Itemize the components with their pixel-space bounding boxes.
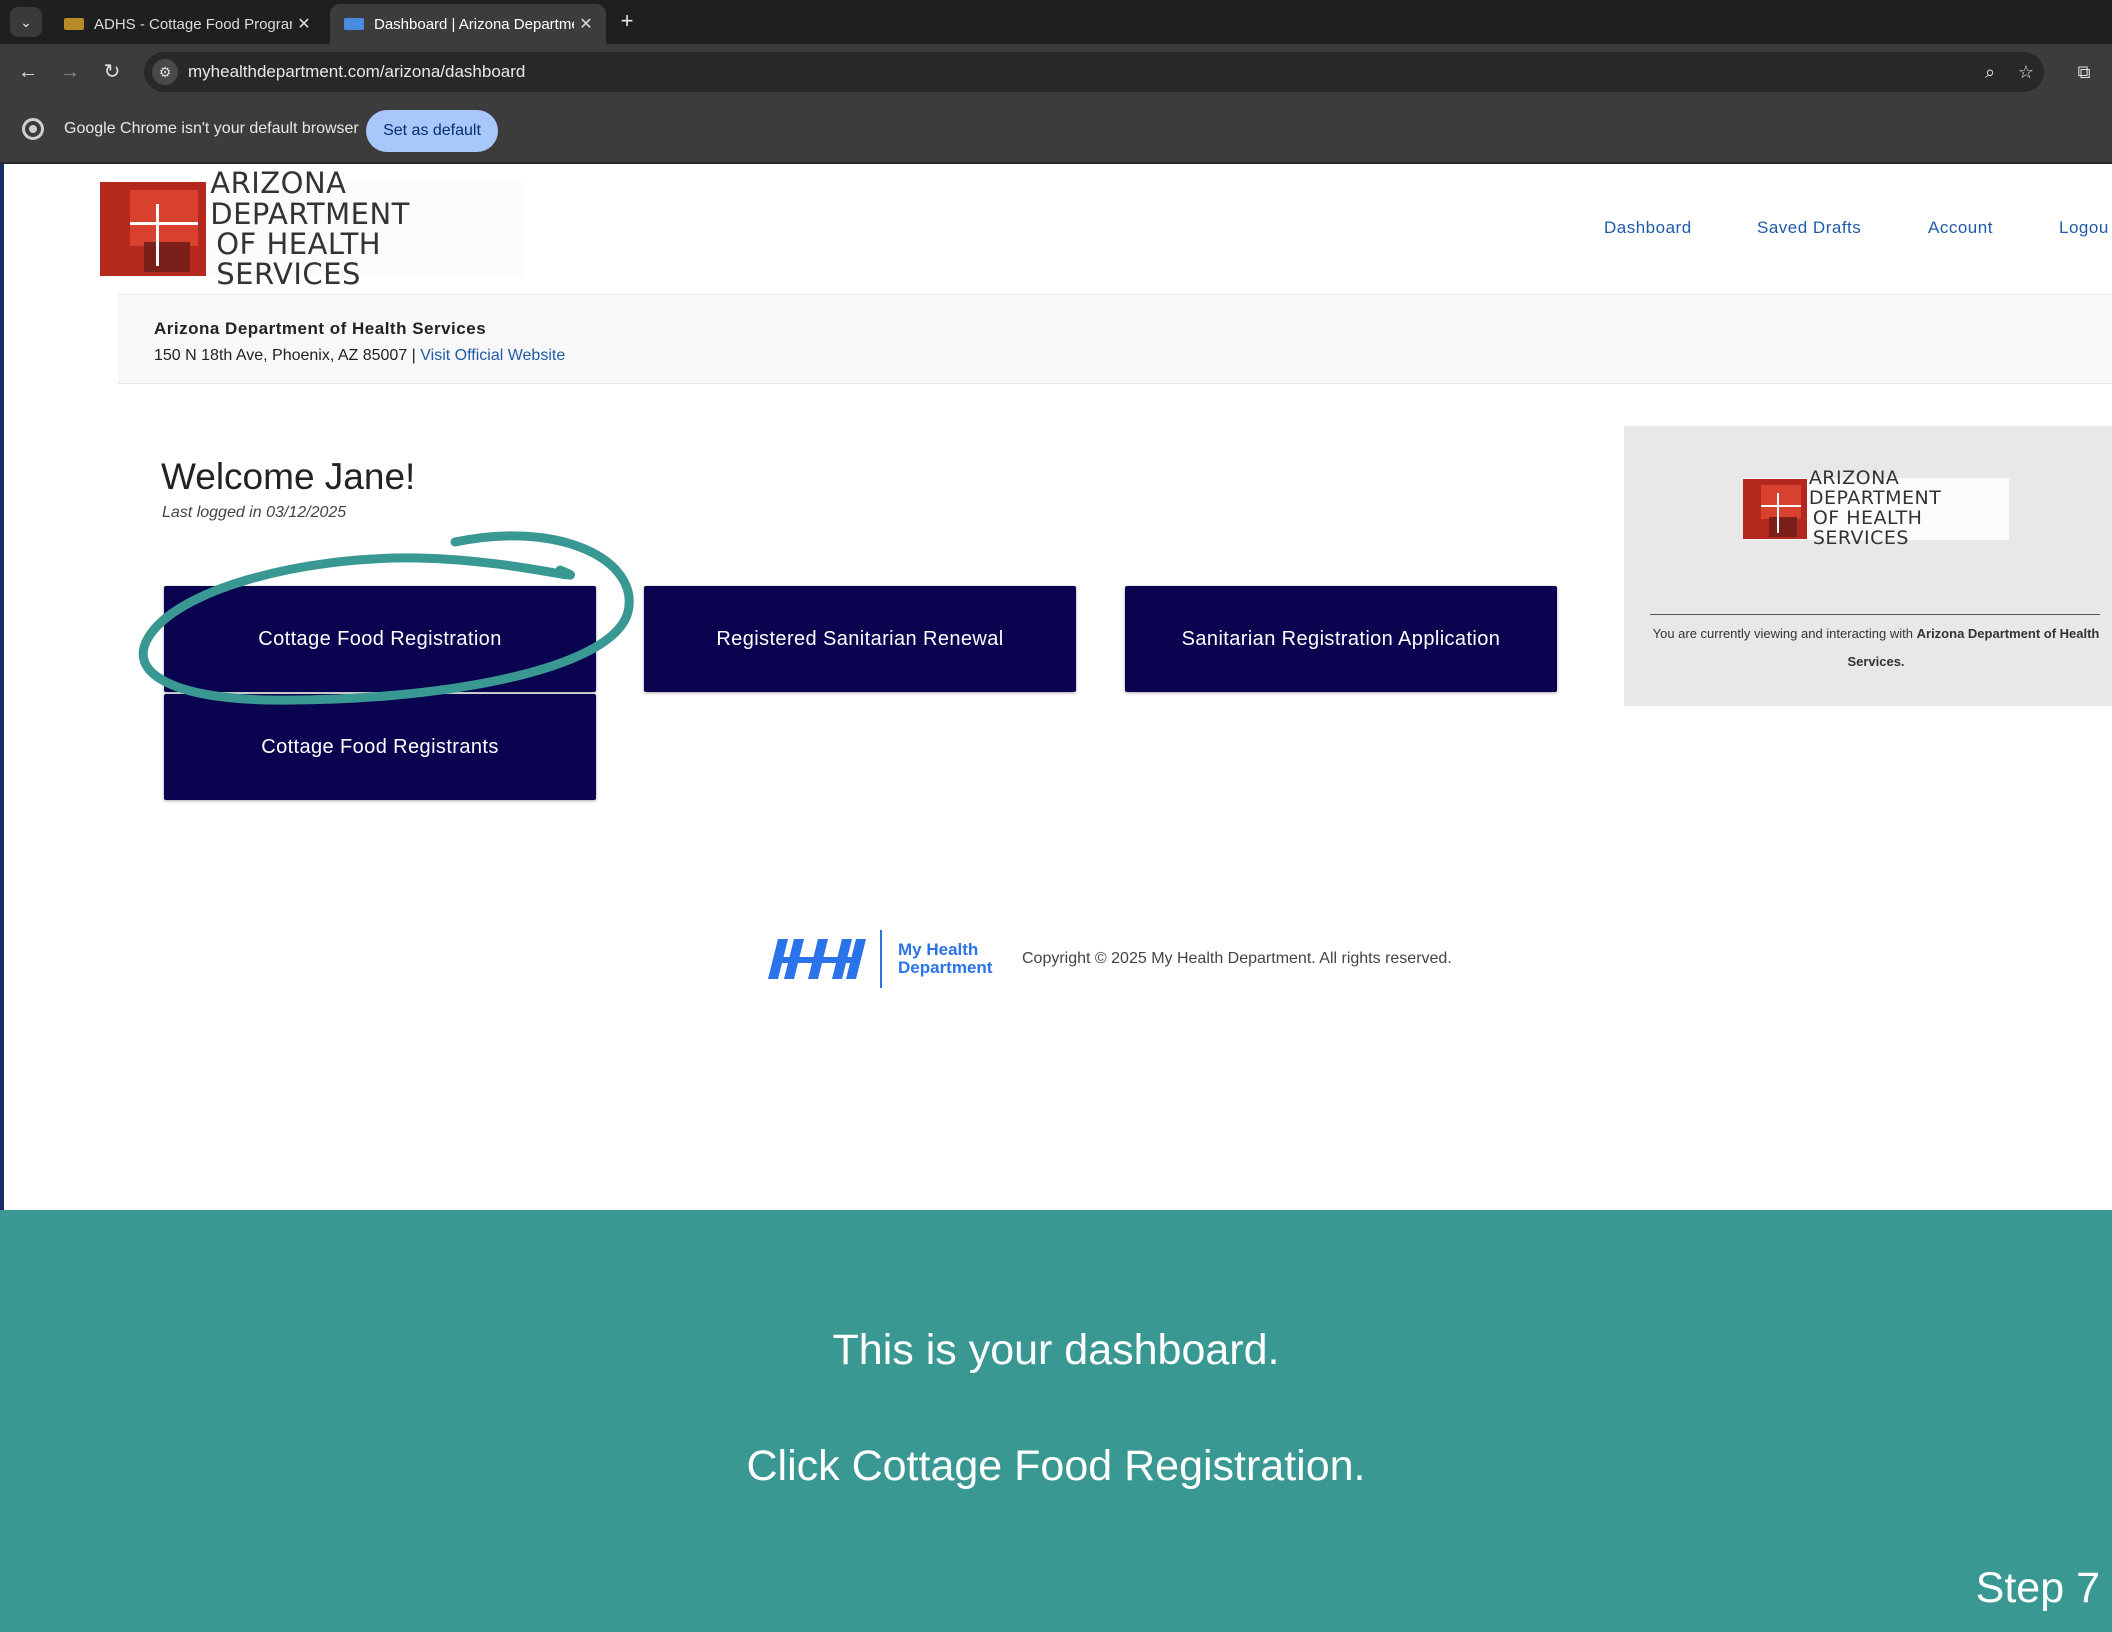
agency-info-card: ARIZONA DEPARTMENT OF HEALTH SERVICES Yo… bbox=[1624, 426, 2112, 706]
tab-title: ADHS - Cottage Food Program bbox=[94, 15, 292, 33]
step-label: Step 7 bbox=[1975, 1564, 2100, 1612]
official-website-link[interactable]: Visit Official Website bbox=[420, 347, 565, 364]
close-tab-icon[interactable]: ✕ bbox=[574, 14, 598, 34]
back-arrow-icon[interactable]: ← bbox=[14, 58, 42, 86]
nav-saved-drafts[interactable]: Saved Drafts bbox=[1757, 218, 1861, 238]
instruction-banner: This is your dashboard. Click Cottage Fo… bbox=[0, 1210, 2112, 1632]
footer-brand-name: My Health Department bbox=[898, 940, 993, 977]
browser-tab[interactable]: ADHS - Cottage Food Program ✕ bbox=[50, 4, 324, 44]
nav-dashboard[interactable]: Dashboard bbox=[1604, 218, 1692, 238]
reload-icon[interactable]: ↻ bbox=[98, 58, 126, 86]
instruction-line-1: This is your dashboard. bbox=[832, 1326, 1280, 1374]
adhs-logo[interactable]: ARIZONA DEPARTMENT OF HEALTH SERVICES bbox=[100, 168, 524, 290]
chrome-icon bbox=[22, 118, 44, 140]
adhs-favicon-icon bbox=[64, 18, 84, 30]
nav-account[interactable]: Account bbox=[1928, 218, 1993, 238]
agency-context-note: You are currently viewing and interactin… bbox=[1652, 626, 2100, 669]
set-as-default-button[interactable]: Set as default bbox=[366, 110, 498, 152]
url-text[interactable]: myhealthdepartment.com/arizona/dashboard bbox=[188, 62, 1972, 82]
footer-divider bbox=[880, 930, 882, 988]
infobar-message: Google Chrome isn't your default browser bbox=[64, 120, 359, 137]
registered-sanitarian-renewal-button[interactable]: Registered Sanitarian Renewal bbox=[644, 586, 1076, 692]
tab-search-button[interactable]: ⌄ bbox=[10, 7, 42, 37]
page-content: ARIZONA DEPARTMENT OF HEALTH SERVICES Da… bbox=[4, 164, 2112, 1210]
cottage-food-registration-button[interactable]: Cottage Food Registration bbox=[164, 586, 596, 692]
site-settings-icon[interactable]: ⚙ bbox=[152, 59, 178, 85]
footer: My Health Department Copyright © 2025 My… bbox=[768, 926, 1508, 992]
organization-address: 150 N 18th Ave, Phoenix, AZ 85007 | Visi… bbox=[154, 347, 566, 364]
extensions-icon[interactable]: ⧉ bbox=[2070, 58, 2098, 86]
my-health-department-logo-icon bbox=[768, 937, 866, 981]
browser-toolbar: ← → ↻ ⚙ myhealthdepartment.com/arizona/d… bbox=[0, 44, 2112, 100]
cottage-food-registrants-button[interactable]: Cottage Food Registrants bbox=[164, 694, 596, 800]
adhs-logo-mark-icon bbox=[1743, 479, 1807, 539]
browser-tab-active[interactable]: Dashboard | Arizona Department ✕ bbox=[330, 4, 606, 44]
adhs-logo-mark-icon bbox=[100, 182, 206, 276]
new-tab-icon[interactable]: + bbox=[612, 6, 642, 36]
forward-arrow-icon[interactable]: → bbox=[56, 58, 84, 86]
adhs-logo-small: ARIZONA DEPARTMENT OF HEALTH SERVICES bbox=[1743, 468, 2009, 548]
organization-name: Arizona Department of Health Services bbox=[154, 319, 487, 338]
divider bbox=[1650, 614, 2100, 615]
adhs-logo-text: ARIZONA DEPARTMENT OF HEALTH SERVICES bbox=[1808, 467, 1942, 549]
sanitarian-registration-application-button[interactable]: Sanitarian Registration Application bbox=[1125, 586, 1557, 692]
mhd-favicon-icon bbox=[344, 18, 364, 30]
welcome-heading: Welcome Jane! bbox=[161, 456, 416, 497]
bookmark-star-icon[interactable]: ☆ bbox=[2008, 62, 2044, 83]
nav-logout[interactable]: Logou bbox=[2059, 218, 2109, 238]
close-tab-icon[interactable]: ✕ bbox=[292, 14, 316, 34]
instruction-line-2: Click Cottage Food Registration. bbox=[746, 1442, 1366, 1490]
copyright-text: Copyright © 2025 My Health Department. A… bbox=[1022, 950, 1452, 967]
tab-title: Dashboard | Arizona Department bbox=[374, 15, 574, 33]
zoom-icon[interactable]: ⌕ bbox=[1972, 62, 2008, 83]
last-login-text: Last logged in 03/12/2025 bbox=[162, 504, 347, 521]
address-bar[interactable]: ⚙ myhealthdepartment.com/arizona/dashboa… bbox=[144, 52, 2044, 92]
browser-tab-strip: ⌄ ADHS - Cottage Food Program ✕ Dashboar… bbox=[0, 0, 2112, 44]
default-browser-infobar: Google Chrome isn't your default browser… bbox=[0, 100, 2112, 164]
adhs-logo-text: ARIZONA DEPARTMENT OF HEALTH SERVICES bbox=[210, 166, 410, 292]
organization-bar: Arizona Department of Health Services 15… bbox=[118, 294, 2112, 384]
